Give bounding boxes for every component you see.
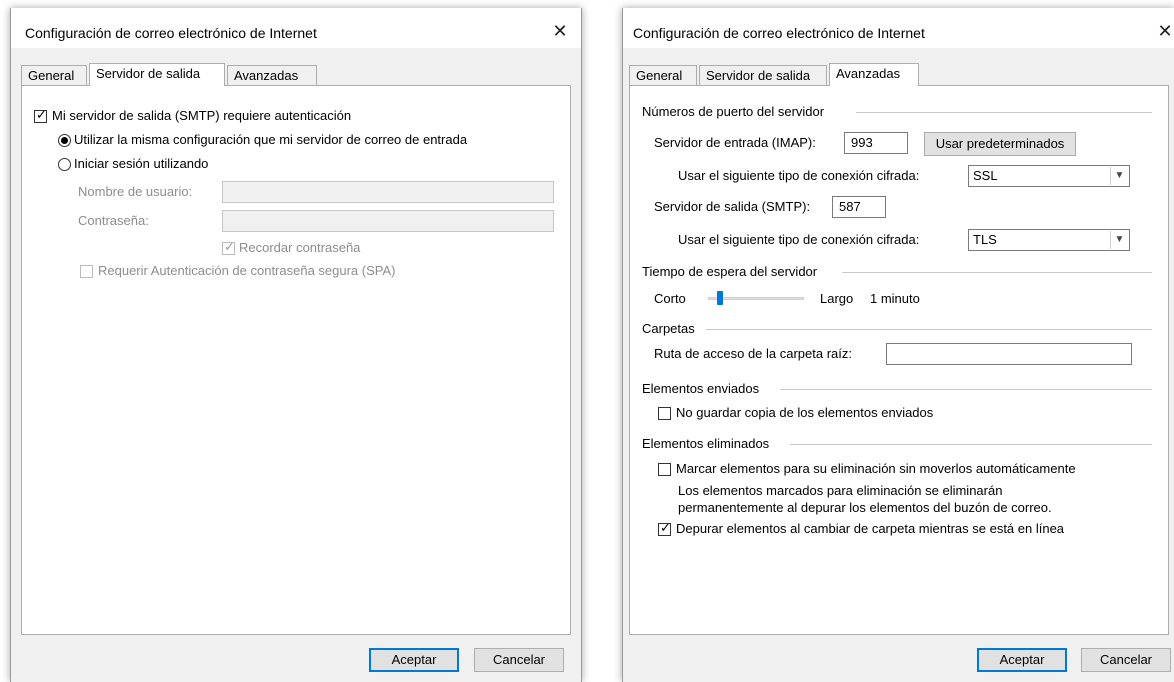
tab-advanced[interactable]: Avanzadas [227, 65, 317, 85]
outgoing-server-dialog: Configuración de correo electrónico de I… [10, 8, 582, 682]
cancel-button[interactable]: Cancelar [1081, 648, 1171, 672]
outgoing-port-input[interactable]: 587 [832, 196, 886, 218]
tab-panel: ✓ Mi servidor de salida (SMTP) requiere … [21, 85, 571, 635]
radio-login-using[interactable] [58, 158, 71, 171]
cancel-button[interactable]: Cancelar [474, 648, 564, 672]
incoming-server-label: Servidor de entrada (IMAP): [654, 135, 816, 150]
group-divider [780, 389, 1152, 390]
group-divider [706, 329, 1152, 330]
tab-general[interactable]: General [21, 65, 87, 85]
title-bar: Configuración de correo electrónico de I… [11, 8, 581, 48]
ports-group-title: Números de puerto del servidor [642, 104, 825, 119]
root-path-input[interactable] [886, 343, 1132, 365]
ok-button[interactable]: Aceptar [369, 648, 459, 672]
radio-login-using-label: Iniciar sesión utilizando [74, 156, 209, 171]
title-bar: Configuración de correo electrónico de I… [623, 8, 1174, 48]
mark-deleted-checkbox[interactable] [658, 463, 671, 476]
encryption-label-outgoing: Usar el siguiente tipo de conexión cifra… [678, 232, 920, 247]
use-defaults-button[interactable]: Usar predeterminados [924, 132, 1076, 156]
close-icon[interactable]: ✕ [545, 18, 575, 44]
group-divider [842, 272, 1152, 273]
encryption-select-incoming[interactable]: SSL ▼ [968, 165, 1130, 187]
encryption-value: SSL [973, 168, 998, 183]
radio-same-settings[interactable] [58, 134, 71, 147]
tab-outgoing-server[interactable]: Servidor de salida [699, 65, 827, 85]
username-label: Nombre de usuario: [78, 184, 193, 199]
remember-password-label: Recordar contraseña [239, 240, 361, 255]
purge-on-switch-checkbox[interactable]: ✓ [658, 520, 671, 536]
timeout-slider-thumb[interactable] [717, 291, 723, 305]
encryption-select-outgoing[interactable]: TLS ▼ [968, 229, 1130, 251]
purge-on-switch-label: Depurar elementos al cambiar de carpeta … [676, 521, 1065, 536]
advanced-settings-dialog: Configuración de correo electrónico de I… [622, 8, 1174, 682]
no-save-sent-checkbox[interactable] [658, 407, 671, 420]
tab-advanced[interactable]: Avanzadas [829, 63, 919, 86]
timeout-short-label: Corto [654, 291, 686, 306]
close-icon[interactable]: ✕ [1150, 18, 1174, 44]
mark-deleted-label: Marcar elementos para su eliminación sin… [676, 461, 1076, 476]
no-save-sent-label: No guardar copia de los elementos enviad… [676, 405, 934, 420]
deleted-items-group-title: Elementos eliminados [642, 436, 770, 451]
mark-deleted-note-line1: Los elementos marcados para eliminación … [678, 483, 1003, 498]
checkmark-icon: ✓ [660, 520, 671, 535]
incoming-port-input[interactable]: 993 [844, 132, 908, 154]
smtp-auth-checkbox[interactable]: ✓ [34, 107, 47, 123]
password-label: Contraseña: [78, 213, 149, 228]
outgoing-server-label: Servidor de salida (SMTP): [654, 199, 811, 214]
chevron-down-icon: ▼ [1110, 167, 1128, 185]
tab-outgoing-server[interactable]: Servidor de salida [89, 63, 225, 86]
smtp-auth-label: Mi servidor de salida (SMTP) requiere au… [52, 108, 352, 123]
spa-label: Requerir Autenticación de contraseña seg… [98, 263, 396, 278]
encryption-label-incoming: Usar el siguiente tipo de conexión cifra… [678, 168, 920, 183]
timeout-long-label: Largo [820, 291, 854, 306]
group-divider [856, 112, 1152, 113]
radio-dot-icon [61, 137, 68, 144]
folders-group-title: Carpetas [642, 321, 695, 336]
ok-button[interactable]: Aceptar [977, 648, 1067, 672]
chevron-down-icon: ▼ [1110, 231, 1128, 249]
password-input[interactable] [222, 210, 554, 232]
tab-general[interactable]: General [629, 65, 697, 85]
radio-same-settings-label: Utilizar la misma configuración que mi s… [74, 132, 468, 147]
sent-items-group-title: Elementos enviados [642, 381, 760, 396]
mark-deleted-note-line2: permanentemente al depurar los elementos… [678, 500, 1052, 515]
dialog-title: Configuración de correo electrónico de I… [25, 25, 317, 41]
root-path-label: Ruta de acceso de la carpeta raíz: [654, 346, 853, 361]
timeout-group-title: Tiempo de espera del servidor [642, 264, 818, 279]
dialog-title: Configuración de correo electrónico de I… [633, 25, 925, 41]
remember-password-checkbox[interactable]: ✓ [222, 239, 235, 255]
username-input[interactable] [222, 181, 554, 203]
checkmark-icon: ✓ [36, 107, 47, 122]
spa-checkbox[interactable] [80, 265, 93, 278]
tab-panel: Números de puerto del servidor Servidor … [629, 85, 1169, 635]
encryption-value: TLS [973, 232, 997, 247]
group-divider [790, 444, 1152, 445]
checkmark-icon: ✓ [224, 239, 235, 254]
timeout-value: 1 minuto [870, 291, 920, 306]
